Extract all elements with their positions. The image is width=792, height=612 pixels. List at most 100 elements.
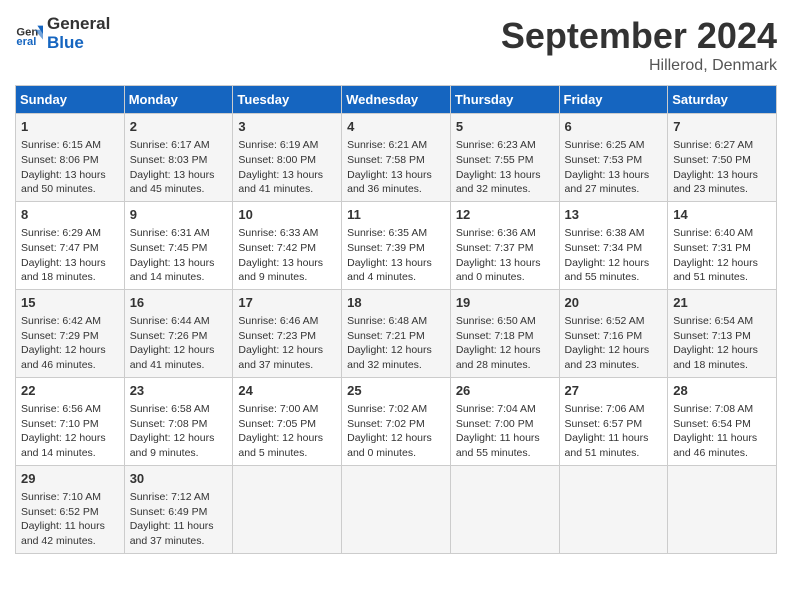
day-info: Daylight: 12 hours	[456, 343, 554, 358]
day-info: Sunrise: 6:19 AM	[238, 138, 336, 153]
day-info: and 14 minutes.	[21, 446, 119, 461]
day-info: and 37 minutes.	[238, 358, 336, 373]
calendar-day-13: 13Sunrise: 6:38 AMSunset: 7:34 PMDayligh…	[559, 201, 668, 289]
day-info: Daylight: 13 hours	[456, 168, 554, 183]
day-info: Sunset: 7:58 PM	[347, 153, 445, 168]
day-info: and 51 minutes.	[565, 446, 663, 461]
calendar-day-6: 6 Sunrise: 6:25 AMSunset: 7:53 PMDaylight…	[559, 114, 668, 202]
day-number: 4	[347, 118, 445, 136]
day-info: Daylight: 12 hours	[238, 343, 336, 358]
empty-day	[233, 465, 342, 553]
day-number: 2	[130, 118, 228, 136]
day-info: Daylight: 12 hours	[673, 256, 771, 271]
calendar-day-25: 25Sunrise: 7:02 AMSunset: 7:02 PMDayligh…	[342, 377, 451, 465]
day-number: 13	[565, 206, 663, 224]
day-info: Sunset: 7:47 PM	[21, 241, 119, 256]
calendar-day-22: 22Sunrise: 6:56 AMSunset: 7:10 PMDayligh…	[16, 377, 125, 465]
day-info: Sunrise: 6:25 AM	[565, 138, 663, 153]
day-info: Sunset: 7:53 PM	[565, 153, 663, 168]
day-info: Sunrise: 6:40 AM	[673, 226, 771, 241]
day-info: Daylight: 13 hours	[347, 256, 445, 271]
day-number: 8	[21, 206, 119, 224]
day-info: Sunset: 7:02 PM	[347, 417, 445, 432]
day-info: Sunset: 7:42 PM	[238, 241, 336, 256]
logo-icon: Gen eral	[15, 20, 43, 48]
col-header-thursday: Thursday	[450, 86, 559, 114]
day-info: Sunset: 7:08 PM	[130, 417, 228, 432]
day-info: Sunset: 7:23 PM	[238, 329, 336, 344]
day-info: Daylight: 11 hours	[130, 519, 228, 534]
day-info: and 32 minutes.	[456, 182, 554, 197]
calendar-day-30: 30Sunrise: 7:12 AMSunset: 6:49 PMDayligh…	[124, 465, 233, 553]
empty-day	[559, 465, 668, 553]
day-info: Daylight: 13 hours	[673, 168, 771, 183]
calendar-day-28: 28Sunrise: 7:08 AMSunset: 6:54 PMDayligh…	[668, 377, 777, 465]
day-info: and 9 minutes.	[130, 446, 228, 461]
calendar-week-4: 22Sunrise: 6:56 AMSunset: 7:10 PMDayligh…	[16, 377, 777, 465]
calendar-day-19: 19Sunrise: 6:50 AMSunset: 7:18 PMDayligh…	[450, 289, 559, 377]
calendar-day-29: 29Sunrise: 7:10 AMSunset: 6:52 PMDayligh…	[16, 465, 125, 553]
day-info: Sunset: 7:39 PM	[347, 241, 445, 256]
calendar-day-4: 4Sunrise: 6:21 AMSunset: 7:58 PMDaylight…	[342, 114, 451, 202]
day-number: 6	[565, 118, 663, 136]
calendar-day-18: 18Sunrise: 6:48 AMSunset: 7:21 PMDayligh…	[342, 289, 451, 377]
day-info: and 18 minutes.	[673, 358, 771, 373]
day-info: Sunrise: 6:44 AM	[130, 314, 228, 329]
empty-day	[450, 465, 559, 553]
day-info: Sunrise: 7:00 AM	[238, 402, 336, 417]
calendar-day-24: 24Sunrise: 7:00 AMSunset: 7:05 PMDayligh…	[233, 377, 342, 465]
day-info: Sunrise: 6:17 AM	[130, 138, 228, 153]
day-number: 7	[673, 118, 771, 136]
day-info: Sunrise: 6:50 AM	[456, 314, 554, 329]
calendar-day-14: 14Sunrise: 6:40 AMSunset: 7:31 PMDayligh…	[668, 201, 777, 289]
day-number: 17	[238, 294, 336, 312]
calendar-day-7: 7Sunrise: 6:27 AMSunset: 7:50 PMDaylight…	[668, 114, 777, 202]
day-info: Sunrise: 6:35 AM	[347, 226, 445, 241]
day-info: Daylight: 11 hours	[565, 431, 663, 446]
day-info: Sunrise: 6:29 AM	[21, 226, 119, 241]
day-info: Sunset: 8:03 PM	[130, 153, 228, 168]
day-number: 19	[456, 294, 554, 312]
day-info: Sunrise: 6:36 AM	[456, 226, 554, 241]
day-info: Sunset: 7:34 PM	[565, 241, 663, 256]
empty-day	[342, 465, 451, 553]
day-info: Daylight: 12 hours	[565, 343, 663, 358]
calendar-day-21: 21Sunrise: 6:54 AMSunset: 7:13 PMDayligh…	[668, 289, 777, 377]
day-info: Daylight: 12 hours	[130, 343, 228, 358]
day-info: Daylight: 12 hours	[565, 256, 663, 271]
day-info: Sunrise: 6:52 AM	[565, 314, 663, 329]
day-info: and 27 minutes.	[565, 182, 663, 197]
calendar-week-5: 29Sunrise: 7:10 AMSunset: 6:52 PMDayligh…	[16, 465, 777, 553]
day-info: Sunrise: 6:46 AM	[238, 314, 336, 329]
svg-text:eral: eral	[16, 36, 36, 48]
day-number: 10	[238, 206, 336, 224]
day-number: 5	[456, 118, 554, 136]
header-row: SundayMondayTuesdayWednesdayThursdayFrid…	[16, 86, 777, 114]
day-number: 29	[21, 470, 119, 488]
calendar-day-1: 1Sunrise: 6:15 AMSunset: 8:06 PMDaylight…	[16, 114, 125, 202]
calendar-day-10: 10Sunrise: 6:33 AMSunset: 7:42 PMDayligh…	[233, 201, 342, 289]
day-info: and 55 minutes.	[456, 446, 554, 461]
day-info: Sunset: 7:50 PM	[673, 153, 771, 168]
day-info: and 55 minutes.	[565, 270, 663, 285]
day-info: Sunset: 7:45 PM	[130, 241, 228, 256]
day-info: Daylight: 13 hours	[565, 168, 663, 183]
day-info: Sunset: 7:05 PM	[238, 417, 336, 432]
day-info: and 28 minutes.	[456, 358, 554, 373]
calendar-table: SundayMondayTuesdayWednesdayThursdayFrid…	[15, 85, 777, 554]
day-number: 25	[347, 382, 445, 400]
calendar-day-2: 2Sunrise: 6:17 AMSunset: 8:03 PMDaylight…	[124, 114, 233, 202]
day-number: 21	[673, 294, 771, 312]
day-number: 27	[565, 382, 663, 400]
day-info: and 32 minutes.	[347, 358, 445, 373]
calendar-day-12: 12Sunrise: 6:36 AMSunset: 7:37 PMDayligh…	[450, 201, 559, 289]
calendar-day-15: 15Sunrise: 6:42 AMSunset: 7:29 PMDayligh…	[16, 289, 125, 377]
month-title: September 2024	[501, 15, 777, 57]
col-header-monday: Monday	[124, 86, 233, 114]
day-info: Sunset: 7:16 PM	[565, 329, 663, 344]
day-info: Sunrise: 7:08 AM	[673, 402, 771, 417]
logo-text-line1: General	[47, 15, 110, 34]
calendar-day-11: 11Sunrise: 6:35 AMSunset: 7:39 PMDayligh…	[342, 201, 451, 289]
page-header: Gen eral General Blue September 2024 Hil…	[15, 15, 777, 75]
calendar-day-26: 26Sunrise: 7:04 AMSunset: 7:00 PMDayligh…	[450, 377, 559, 465]
